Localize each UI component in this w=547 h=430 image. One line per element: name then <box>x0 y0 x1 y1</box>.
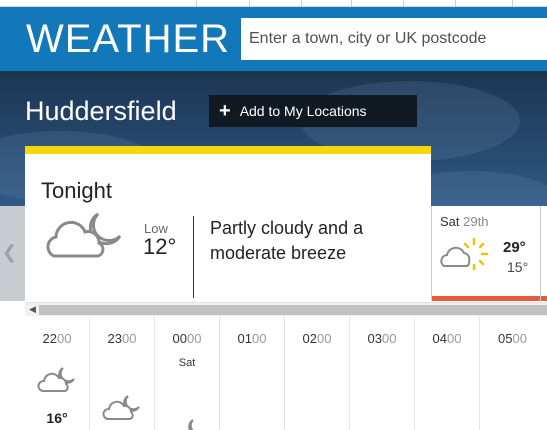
day-low-temp: 15° <box>507 259 529 275</box>
day-forecast-tab[interactable]: Sat 29th 29° 15° <box>432 206 540 301</box>
tonight-description: Partly cloudy and a moderate breeze <box>210 218 364 263</box>
add-to-my-locations-button[interactable]: + Add to My Locations <box>209 95 417 127</box>
sunny-intervals-icon <box>440 237 488 271</box>
hour-day: Sat <box>178 357 196 369</box>
scrollbar-thumb[interactable] <box>39 305 547 315</box>
hour-column[interactable]: 0400 <box>415 317 480 430</box>
partly-cloudy-night-icon <box>37 367 75 392</box>
top-nav-strip <box>0 0 547 7</box>
chevron-left-icon[interactable]: ❮ <box>2 242 17 263</box>
low-temp: 12° <box>143 234 177 259</box>
hour-column[interactable]: 0000 Sat <box>155 317 220 430</box>
hour-time: 0300 <box>367 331 397 346</box>
partly-cloudy-night-icon <box>188 419 194 430</box>
tonight-title: Tonight <box>41 178 112 203</box>
day-high-temp: 29° <box>503 239 526 256</box>
hourly-scrollbar[interactable]: ◀ <box>25 302 547 316</box>
hour-column[interactable]: 2300 <box>90 317 155 430</box>
hour-temp: 16° <box>46 410 68 426</box>
partly-cloudy-night-icon <box>46 212 122 258</box>
day-forecast-date: Sat 29th <box>440 214 489 229</box>
hour-time: 2200 <box>42 331 72 346</box>
tonight-card: Tonight Low 12° Partly cloudy and a mode… <box>25 146 431 302</box>
hour-column[interactable]: 0200 <box>285 317 350 430</box>
hour-time: 2300 <box>107 331 137 346</box>
hour-time: 0400 <box>432 331 462 346</box>
hour-column[interactable]: 2200 16° <box>25 317 90 430</box>
hourly-forecast: 2200 16° 2300 0000 Sat 0100 0200 0300 04… <box>25 317 547 430</box>
partly-cloudy-night-icon <box>102 395 140 420</box>
scroll-left-icon[interactable]: ◀ <box>29 304 36 315</box>
weather-page: WEATHER Huddersfield + Add to My Locatio… <box>0 0 547 430</box>
add-button-label: Add to My Locations <box>239 103 367 119</box>
divider <box>193 216 194 298</box>
location-search-input[interactable] <box>241 18 547 60</box>
next-day-tab-edge[interactable] <box>541 206 547 301</box>
hour-time: 0000 <box>172 331 202 346</box>
hour-time: 0500 <box>498 331 527 346</box>
plus-icon: + <box>219 100 231 122</box>
hour-time: 0200 <box>302 331 332 346</box>
weather-header: WEATHER <box>0 7 547 71</box>
weather-logo[interactable]: WEATHER <box>26 17 230 62</box>
hour-column[interactable]: 0300 <box>350 317 415 430</box>
hour-column[interactable]: 0500 <box>480 317 545 430</box>
hour-column[interactable]: 0100 <box>220 317 285 430</box>
location-title: Huddersfield <box>25 96 177 126</box>
hour-time: 0100 <box>237 331 267 346</box>
